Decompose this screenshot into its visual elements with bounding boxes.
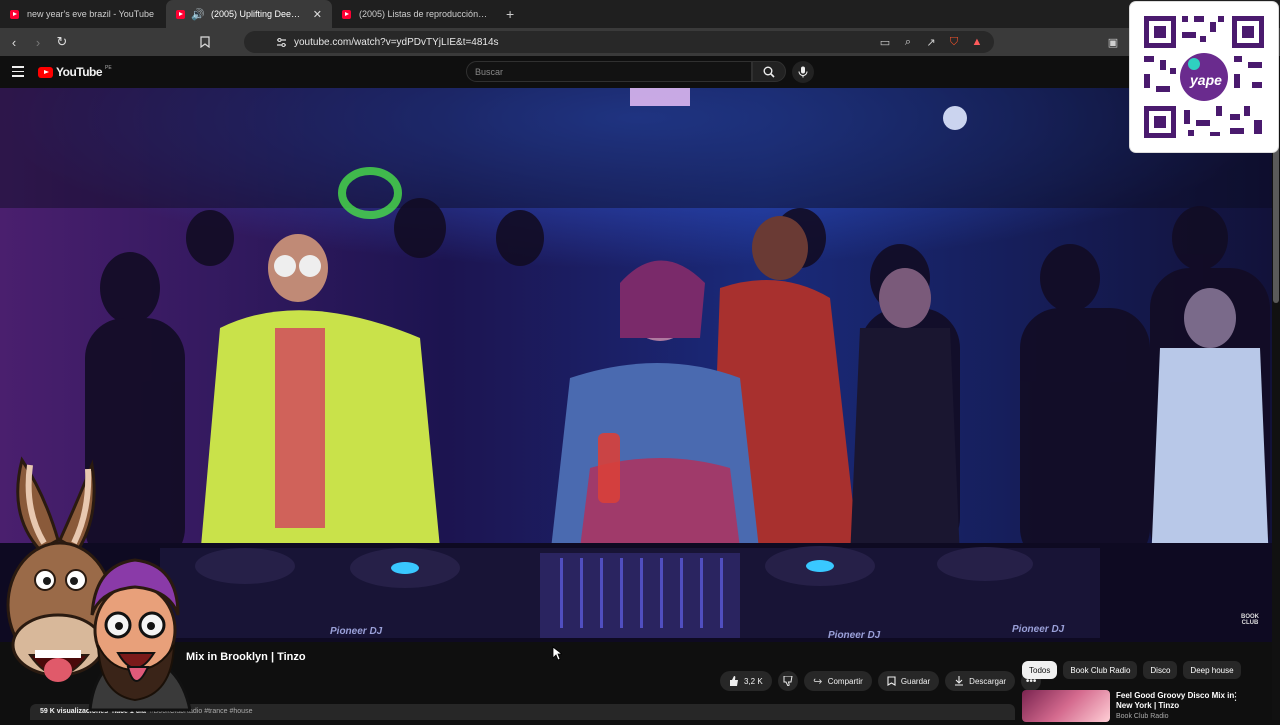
search-icon [763,66,775,78]
pioneer-label-right: Pioneer DJ [1012,624,1065,635]
microphone-icon [798,66,808,78]
share-label: Compartir [827,676,863,686]
action-bar: 3,2 K ↪ Compartir Guardar Descargar ••• [720,671,1042,691]
reload-icon[interactable]: ↻ [52,32,72,52]
streamer-avatar-overlay [0,455,200,720]
url-bar[interactable]: youtube.com/watch?v=ydPDvTYjLIE&t=4814s … [200,31,994,53]
rewards-icon[interactable]: ▲ [970,35,984,49]
chip-deep-house[interactable]: Deep house [1183,661,1241,679]
search-button[interactable] [752,61,786,82]
book-club-watermark: BOOK CLUB [1241,614,1259,626]
like-count: 3,2 K [744,676,763,686]
save-label: Guardar [900,676,931,686]
download-button[interactable]: Descargar [945,671,1016,691]
donkey-and-man-illustration [6,456,192,712]
pioneer-label-left: Pioneer DJ [330,626,383,637]
tab-playlists[interactable]: (2005) Listas de reproducción - YouTu [332,0,498,28]
recommended-thumbnail[interactable] [1022,690,1110,722]
yape-qr-overlay: yape [1130,2,1278,152]
video-title: Mix in Brooklyn | Tinzo [186,651,306,663]
address-bar-row: ‹ › ↻ youtube.com/watch?v=ydPDvTYjLIE&t=… [0,28,1280,56]
voice-search-button[interactable] [792,61,814,83]
recommended-title[interactable]: Feel Good Groovy Disco Mix in New York |… [1116,691,1240,711]
more-vertical-icon[interactable]: ⋮ [1230,690,1241,703]
like-button[interactable]: 3,2 K [720,671,772,691]
speaker-icon[interactable]: 🔊 [191,7,205,21]
thumbs-up-icon [730,676,738,686]
forward-icon[interactable]: › [28,32,48,52]
chip-todos[interactable]: Todos [1022,661,1058,679]
search-input[interactable]: Buscar [466,61,752,82]
brave-shield-icon[interactable]: ⛉ [947,35,961,49]
sidebar-icon[interactable]: ▣ [1106,35,1120,49]
thumbs-down-icon [783,676,793,686]
youtube-favicon-icon [10,9,19,19]
youtube-favicon-icon [342,9,351,19]
url-text: youtube.com/watch?v=ydPDvTYjLIE&t=4814s [294,36,499,48]
close-tab-icon[interactable]: ✕ [313,8,322,21]
page-scrollbar[interactable] [1272,88,1280,720]
bookmark-icon[interactable] [198,35,212,49]
logo-text: YouTube [56,65,103,79]
download-label: Descargar [969,676,1007,686]
site-settings-icon[interactable] [274,35,288,49]
search-placeholder: Buscar [475,67,504,77]
youtube-play-icon [38,66,53,78]
recommended-channel[interactable]: Book Club Radio [1116,713,1169,720]
pioneer-label-center: Pioneer DJ [828,630,881,641]
zoom-icon[interactable]: ⌕ [901,35,915,49]
recommendation-chips: Todos Book Club Radio Disco Deep house [1022,661,1241,679]
share-icon: ↪ [813,675,823,688]
share-page-icon[interactable]: ↗ [924,35,938,49]
youtube-header: YouTube PE Buscar [0,56,1280,88]
tab-new-years-eve[interactable]: new year's eve brazil - YouTube [0,0,166,28]
save-button[interactable]: Guardar [877,671,940,691]
hamburger-menu-icon[interactable] [12,66,24,80]
mouse-cursor-icon [552,646,562,661]
back-icon[interactable]: ‹ [4,32,24,52]
yape-logo-text: yape [1190,72,1222,88]
new-tab-icon[interactable]: + [498,6,522,22]
youtube-favicon-icon [176,9,185,19]
tab-label: new year's eve brazil - YouTube [27,9,154,19]
youtube-logo[interactable]: YouTube PE [38,65,112,79]
download-icon [955,676,964,686]
tab-label: (2005) Listas de reproducción - YouTu [359,9,488,19]
logo-region: PE [105,65,112,71]
chip-book-club-radio[interactable]: Book Club Radio [1063,661,1138,679]
tab-strip: new year's eve brazil - YouTube 🔊 (2005)… [0,0,1280,28]
chip-disco[interactable]: Disco [1143,661,1178,679]
tab-uplifting-deep-house[interactable]: 🔊 (2005) Uplifting Deep House ✕ [166,0,332,28]
dislike-button[interactable] [777,671,798,691]
recommended-video[interactable]: Feel Good Groovy Disco Mix in New York |… [1022,688,1262,722]
save-icon [887,676,896,686]
tab-label: (2005) Uplifting Deep House [211,9,305,19]
cast-icon[interactable]: ▭ [878,35,892,49]
share-button[interactable]: ↪ Compartir [803,671,872,691]
